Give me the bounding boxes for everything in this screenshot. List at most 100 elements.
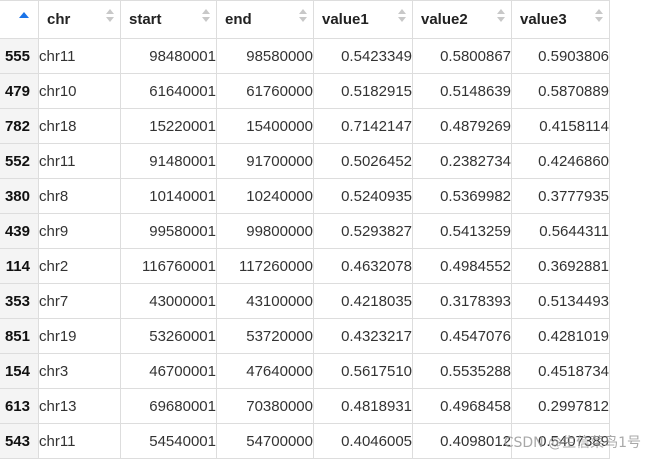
sort-icon[interactable] — [595, 8, 603, 24]
sort-ascending-icon[interactable] — [19, 12, 29, 18]
start-cell: 99580001 — [120, 213, 217, 249]
value3-cell: 0.5134493 — [511, 283, 610, 319]
end-cell: 98580000 — [216, 38, 314, 74]
rowname-cell: 543 — [0, 423, 39, 459]
value2-column-header[interactable]: value2 — [412, 0, 512, 39]
table-row: 380 chr8 10140001 10240000 0.5240935 0.536998… — [0, 178, 610, 214]
rowname-cell: 479 — [0, 73, 39, 109]
table-row: 782 chr18 15220001 15400000 0.7142147 0.48792… — [0, 108, 610, 144]
chr-cell: chr8 — [38, 178, 121, 214]
rowname-cell: 552 — [0, 143, 39, 179]
table-row: 552 chr11 91480001 91700000 0.5026452 0.23827… — [0, 143, 610, 179]
end-cell: 70380000 — [216, 388, 314, 424]
value2-cell: 0.4968458 — [412, 388, 512, 424]
value2-cell: 0.5800867 — [412, 38, 512, 74]
value1-cell: 0.5182915 — [313, 73, 413, 109]
table-row: 851 chr19 53260001 53720000 0.4323217 0.45470… — [0, 318, 610, 354]
end-cell: 47640000 — [216, 353, 314, 389]
rowname-column-header[interactable] — [0, 0, 39, 39]
end-cell: 117260000 — [216, 248, 314, 284]
value2-cell: 0.5413259 — [412, 213, 512, 249]
end-cell: 53720000 — [216, 318, 314, 354]
chr-cell: chr18 — [38, 108, 121, 144]
value1-cell: 0.5293827 — [313, 213, 413, 249]
chr-cell: chr13 — [38, 388, 121, 424]
chr-cell: chr11 — [38, 38, 121, 74]
rowname-cell: 851 — [0, 318, 39, 354]
chr-cell: chr2 — [38, 248, 121, 284]
value3-cell: 0.5644311 — [511, 213, 610, 249]
rowname-cell: 555 — [0, 38, 39, 74]
start-cell: 53260001 — [120, 318, 217, 354]
table-row: 613 chr13 69680001 70380000 0.4818931 0.49684… — [0, 388, 610, 424]
value2-cell: 0.3178393 — [412, 283, 512, 319]
value3-cell: 0.5870889 — [511, 73, 610, 109]
start-cell: 43000001 — [120, 283, 217, 319]
header-row: chr start end value1 value2 value3 — [0, 0, 610, 39]
value1-column-header[interactable]: value1 — [313, 0, 413, 39]
value1-cell: 0.4323217 — [313, 318, 413, 354]
sort-icon[interactable] — [106, 8, 114, 24]
value3-cell: 0.4518734 — [511, 353, 610, 389]
value1-cell: 0.5240935 — [313, 178, 413, 214]
chr-cell: chr10 — [38, 73, 121, 109]
sort-icon[interactable] — [497, 8, 505, 24]
value1-cell: 0.5617510 — [313, 353, 413, 389]
chr-cell: chr9 — [38, 213, 121, 249]
value1-cell: 0.5423349 — [313, 38, 413, 74]
value1-cell: 0.5026452 — [313, 143, 413, 179]
value1-cell: 0.4632078 — [313, 248, 413, 284]
start-column-header[interactable]: start — [120, 0, 217, 39]
table-row: 114 chr2 116760001 117260000 0.4632078 0.4984… — [0, 248, 610, 284]
chr-cell: chr11 — [38, 143, 121, 179]
end-cell: 10240000 — [216, 178, 314, 214]
chr-cell: chr19 — [38, 318, 121, 354]
rowname-cell: 380 — [0, 178, 39, 214]
value2-cell: 0.4547076 — [412, 318, 512, 354]
value1-cell: 0.4218035 — [313, 283, 413, 319]
start-cell: 69680001 — [120, 388, 217, 424]
value2-cell: 0.2382734 — [412, 143, 512, 179]
end-column-header[interactable]: end — [216, 0, 314, 39]
chr-cell: chr3 — [38, 353, 121, 389]
start-cell: 54540001 — [120, 423, 217, 459]
data-table: chr start end value1 value2 value3 555 c… — [0, 0, 610, 459]
column-header-label: value2 — [421, 11, 468, 28]
sort-icon[interactable] — [299, 8, 307, 24]
start-cell: 91480001 — [120, 143, 217, 179]
rowname-cell: 353 — [0, 283, 39, 319]
value2-cell: 0.5148639 — [412, 73, 512, 109]
end-cell: 91700000 — [216, 143, 314, 179]
start-cell: 61640001 — [120, 73, 217, 109]
end-cell: 15400000 — [216, 108, 314, 144]
rowname-cell: 439 — [0, 213, 39, 249]
value3-cell: 0.3777935 — [511, 178, 610, 214]
sort-icon[interactable] — [398, 8, 406, 24]
start-cell: 10140001 — [120, 178, 217, 214]
value3-cell: 0.4246860 — [511, 143, 610, 179]
table-row: 439 chr9 99580001 99800000 0.5293827 0.541325… — [0, 213, 610, 249]
sort-icon[interactable] — [202, 8, 210, 24]
column-header-label: chr — [47, 11, 71, 28]
end-cell: 99800000 — [216, 213, 314, 249]
value1-cell: 0.7142147 — [313, 108, 413, 144]
start-cell: 98480001 — [120, 38, 217, 74]
start-cell: 15220001 — [120, 108, 217, 144]
value1-cell: 0.4818931 — [313, 388, 413, 424]
start-cell: 46700001 — [120, 353, 217, 389]
end-cell: 54700000 — [216, 423, 314, 459]
chr-column-header[interactable]: chr — [38, 0, 121, 39]
end-cell: 61760000 — [216, 73, 314, 109]
value1-cell: 0.4046005 — [313, 423, 413, 459]
value3-column-header[interactable]: value3 — [511, 0, 610, 39]
chr-cell: chr11 — [38, 423, 121, 459]
table-row: 555 chr11 98480001 98580000 0.5423349 0.58008… — [0, 38, 610, 74]
column-header-label: value3 — [520, 11, 567, 28]
value2-cell: 0.5535288 — [412, 353, 512, 389]
value3-cell: 0.2997812 — [511, 388, 610, 424]
column-header-label: start — [129, 11, 162, 28]
rowname-cell: 782 — [0, 108, 39, 144]
table-row: 353 chr7 43000001 43100000 0.4218035 0.317839… — [0, 283, 610, 319]
column-header-label: end — [225, 11, 252, 28]
value3-cell: 0.4158114 — [511, 108, 610, 144]
